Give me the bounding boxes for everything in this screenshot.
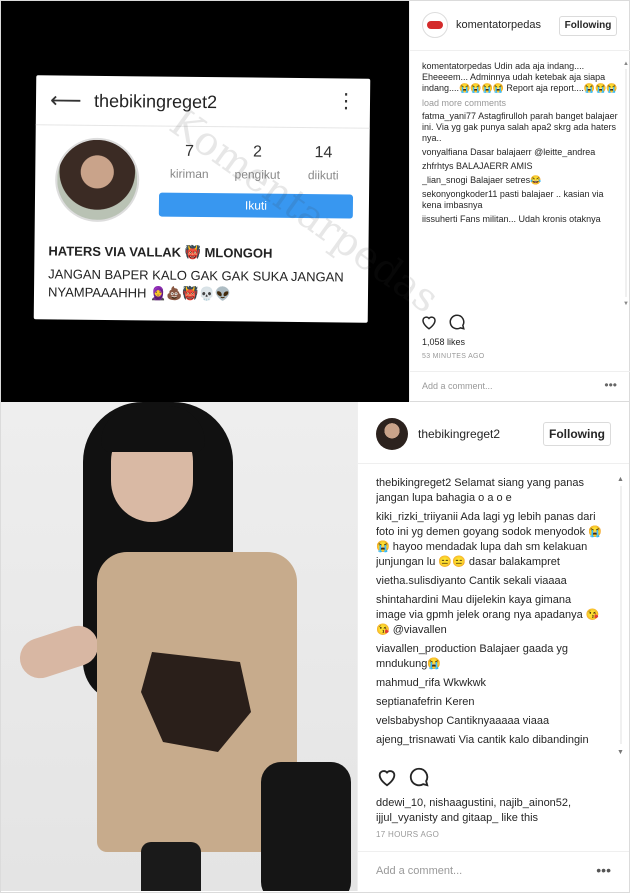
caption: komentatorpedas Udin ada aja indang.... … xyxy=(422,61,624,94)
comment-text: Dasar balajaerr @leitte_andrea xyxy=(470,147,596,157)
comment: kiki_rizki_triiyanii Ada lagi yg lebih p… xyxy=(376,510,602,570)
comment-user[interactable]: fatma_yani77 xyxy=(422,111,476,121)
comment-text: Cantiknyaaaaa viaaa xyxy=(446,715,550,727)
comment-text: Fans militan... Udah kronis otaknya xyxy=(460,214,601,224)
heart-icon[interactable] xyxy=(376,766,398,788)
comment-user[interactable]: shintahardini xyxy=(376,594,438,606)
photo-bangs xyxy=(101,406,205,452)
comment: vonyalfiana Dasar balajaerr @leitte_andr… xyxy=(422,147,624,158)
post-1-sidebar: komentatorpedas Following komentatorpeda… xyxy=(409,1,630,403)
caption: thebikingreget2 Selamat siang yang panas… xyxy=(376,476,602,506)
comment: septianafefrin Keren xyxy=(376,695,602,710)
following-button[interactable]: Following xyxy=(543,422,611,446)
comment-icon[interactable] xyxy=(448,313,466,331)
comment-user[interactable]: vietha.sulisdiyanto xyxy=(376,575,466,587)
comment-user[interactable]: zhfrhtys xyxy=(422,161,454,171)
comment-user[interactable]: iissuherti xyxy=(422,214,458,224)
post-2-timestamp[interactable]: 17 HOURS AGO xyxy=(376,830,439,839)
photo-leg xyxy=(261,762,351,891)
more-options-icon[interactable]: ••• xyxy=(596,862,611,878)
comment-text: Keren xyxy=(445,696,475,708)
post-2-sidebar: thebikingreget2 Following thebikingreget… xyxy=(357,402,629,891)
stat-following: 14 diikuti xyxy=(293,144,353,183)
screenshot-bio-line-2: JANGAN BAPER KALO GAK GAK SUKA JANGAN NY… xyxy=(47,266,344,302)
comment-text: Balajaer setres😂 xyxy=(470,175,542,185)
comment-user[interactable]: septianafefrin xyxy=(376,696,442,708)
post-2-header: thebikingreget2 Following xyxy=(358,402,629,464)
post-1-header: komentatorpedas Following xyxy=(410,1,630,51)
comment: zhfrhtys BALAJAERR AMIS xyxy=(422,161,624,172)
comment-text: Via cantik kalo dibandingin xyxy=(458,734,589,746)
comment-user[interactable]: sekonyongkoder11 xyxy=(422,189,497,199)
post-2-add-comment: Add a comment... ••• xyxy=(358,851,629,891)
comment: sekonyongkoder11 pasti balajaer .. kasia… xyxy=(422,189,624,211)
post-1: ⟵ thebikingreget2 ⋮ 7 kiriman 2 pengikut… xyxy=(0,0,630,403)
comment-user[interactable]: vonyalfiana xyxy=(422,147,468,157)
comment: viavallen_production Balajaer gaada yg m… xyxy=(376,642,602,672)
post-1-username[interactable]: komentatorpedas xyxy=(456,19,541,31)
screenshot-bio-line-1: HATERS VIA VALLAK 👹 MLONGOH xyxy=(48,243,273,261)
comment-user[interactable]: thebikingreget2 xyxy=(376,477,451,489)
heart-icon[interactable] xyxy=(420,313,438,331)
post-2-scrollbar[interactable]: ▲ ▼ xyxy=(617,476,625,756)
lips-logo-avatar[interactable] xyxy=(422,12,448,38)
post-2-username[interactable]: thebikingreget2 xyxy=(418,427,500,441)
comment-user[interactable]: velsbabyshop xyxy=(376,715,443,727)
comment-user[interactable]: komentatorpedas xyxy=(422,61,492,71)
avatar[interactable] xyxy=(376,418,408,450)
post-1-add-comment: Add a comment... ••• xyxy=(410,371,630,403)
comment: mahmud_rifa Wkwkwk xyxy=(376,676,602,691)
comment-user[interactable]: kiki_rizki_triiyanii xyxy=(376,511,458,523)
post-2-comments[interactable]: thebikingreget2 Selamat siang yang panas… xyxy=(376,476,602,754)
screenshot-avatar xyxy=(54,137,140,223)
back-arrow-icon: ⟵ xyxy=(49,87,82,113)
comment-user[interactable]: mahmud_rifa xyxy=(376,677,440,689)
more-options-icon[interactable]: ••• xyxy=(604,378,617,392)
scroll-track[interactable] xyxy=(625,69,627,297)
stat-label: diikuti xyxy=(307,168,339,183)
add-comment-input[interactable]: Add a comment... xyxy=(376,865,462,877)
comment: ajeng_trisnawati Via cantik kalo dibandi… xyxy=(376,733,602,748)
post-1-timestamp[interactable]: 53 MINUTES AGO xyxy=(422,353,485,360)
post-1-likes[interactable]: 1,058 likes xyxy=(422,337,465,347)
photo-leg xyxy=(141,842,201,891)
comment: iissuherti Fans militan... Udah kronis o… xyxy=(422,214,624,225)
post-2-image xyxy=(1,402,357,891)
stat-number: 14 xyxy=(314,144,333,162)
post-2-likes[interactable]: ddewi_10, nishaagustini, najib_ainon52, … xyxy=(376,796,616,826)
comment-text: Wkwkwk xyxy=(443,677,487,689)
comment-user[interactable]: viavallen_production xyxy=(376,643,476,655)
page: ⟵ thebikingreget2 ⋮ 7 kiriman 2 pengikut… xyxy=(0,0,630,893)
comment: vietha.sulisdiyanto Cantik sekali viaaaa xyxy=(376,574,602,589)
comment-text: BALAJAERR AMIS xyxy=(456,161,533,171)
scroll-up-icon[interactable]: ▲ xyxy=(623,61,629,67)
post-1-image: ⟵ thebikingreget2 ⋮ 7 kiriman 2 pengikut… xyxy=(1,1,447,403)
scroll-down-icon[interactable]: ▼ xyxy=(617,749,624,756)
comment-icon[interactable] xyxy=(408,766,430,788)
scroll-down-icon[interactable]: ▼ xyxy=(623,301,629,307)
kebab-menu-icon: ⋮ xyxy=(335,90,357,113)
post-1-comments[interactable]: komentatorpedas Udin ada aja indang.... … xyxy=(422,61,624,309)
post-1-scrollbar[interactable]: ▲ ▼ xyxy=(623,61,629,307)
comment: _lian_snogi Balajaer setres😂 xyxy=(422,175,624,186)
comment: velsbabyshop Cantiknyaaaaa viaaa xyxy=(376,714,602,729)
comment: shintahardini Mau dijelekin kaya gimana … xyxy=(376,593,602,638)
scroll-up-icon[interactable]: ▲ xyxy=(617,476,624,483)
comment-text: Cantik sekali viaaaa xyxy=(468,575,567,587)
profile-screenshot: ⟵ thebikingreget2 ⋮ 7 kiriman 2 pengikut… xyxy=(33,75,447,323)
post-2: thebikingreget2 Following thebikingreget… xyxy=(0,402,630,893)
comment-user[interactable]: ajeng_trisnawati xyxy=(376,734,456,746)
scroll-track[interactable] xyxy=(620,486,622,744)
load-more-comments-link[interactable]: load more comments xyxy=(422,98,624,109)
following-button[interactable]: Following xyxy=(559,16,617,36)
comment-user[interactable]: _lian_snogi xyxy=(422,175,468,185)
add-comment-input[interactable]: Add a comment... xyxy=(422,381,493,391)
comment: fatma_yani77 Astagfirulloh parah banget … xyxy=(422,111,624,144)
